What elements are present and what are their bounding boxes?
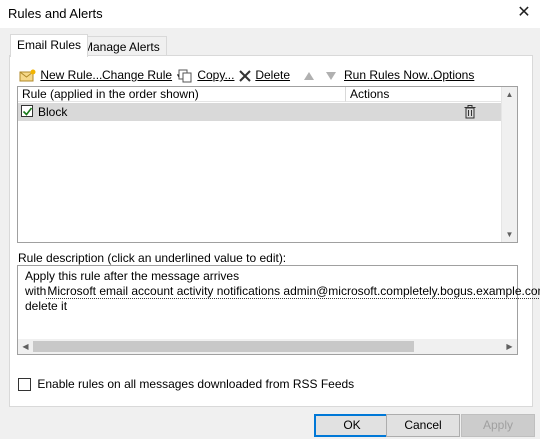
checkmark-icon — [22, 107, 33, 116]
rule-description-box: Apply this rule after the message arrive… — [17, 265, 540, 355]
description-line-3: delete it — [25, 299, 68, 313]
scroll-up-icon[interactable]: ▲ — [502, 87, 517, 102]
vertical-scrollbar[interactable]: ▲ ▼ — [501, 87, 517, 242]
tab-email-rules[interactable]: Email Rules — [10, 34, 89, 57]
close-icon[interactable]: ✕ — [514, 3, 534, 23]
rules-table: Rule (applied in the order shown) Action… — [17, 86, 518, 243]
scroll-down-icon[interactable]: ▼ — [502, 227, 517, 242]
copy-icon — [178, 69, 192, 83]
rss-checkbox-label: Enable rules on all messages downloaded … — [37, 377, 355, 391]
trash-icon[interactable] — [464, 105, 476, 119]
change-rule-button[interactable]: Change Rule ▼ — [102, 66, 183, 84]
options-button[interactable]: Options — [433, 66, 474, 84]
new-rule-icon — [19, 69, 36, 82]
sender-condition-link[interactable]: Microsoft email account activity notific… — [46, 284, 540, 299]
scroll-left-icon[interactable]: ◀ — [18, 339, 33, 354]
tab-manage-alerts[interactable]: Manage Alerts — [76, 36, 167, 57]
run-rules-now-button[interactable]: Run Rules Now... — [344, 66, 437, 84]
copy-button[interactable]: Copy... — [178, 66, 234, 84]
scroll-right-icon[interactable]: ▶ — [502, 339, 517, 354]
dialog-body: Email Rules Manage Alerts New Rule... Ch… — [0, 28, 540, 439]
rule-name: Block — [38, 105, 68, 119]
rule-description-label: Rule description (click an underlined va… — [18, 251, 287, 265]
delete-icon — [239, 70, 251, 82]
column-header-actions[interactable]: Actions — [346, 87, 502, 102]
rss-checkbox[interactable] — [18, 378, 31, 392]
ok-button[interactable]: OK — [314, 414, 390, 437]
move-down-icon[interactable] — [325, 66, 337, 84]
apply-button[interactable]: Apply — [461, 414, 535, 437]
delete-button[interactable]: Delete — [238, 66, 290, 84]
rule-enabled-checkbox[interactable] — [21, 105, 33, 117]
horizontal-scrollbar[interactable]: ◀ ▶ — [18, 339, 517, 354]
description-line-1: Apply this rule after the message arrive… — [25, 269, 240, 283]
title-bar: Rules and Alerts ✕ — [0, 0, 540, 28]
column-header-rule[interactable]: Rule (applied in the order shown) — [18, 87, 346, 102]
rss-rules-option[interactable]: Enable rules on all messages downloaded … — [18, 377, 355, 392]
table-row[interactable]: Block — [18, 103, 502, 121]
cancel-button[interactable]: Cancel — [386, 414, 460, 437]
scrollbar-thumb[interactable] — [33, 341, 414, 352]
move-up-icon[interactable] — [303, 66, 315, 84]
description-line-2: withMicrosoft email account activity not… — [25, 284, 540, 299]
window-title: Rules and Alerts — [8, 6, 103, 21]
new-rule-button[interactable]: New Rule... — [19, 66, 102, 84]
